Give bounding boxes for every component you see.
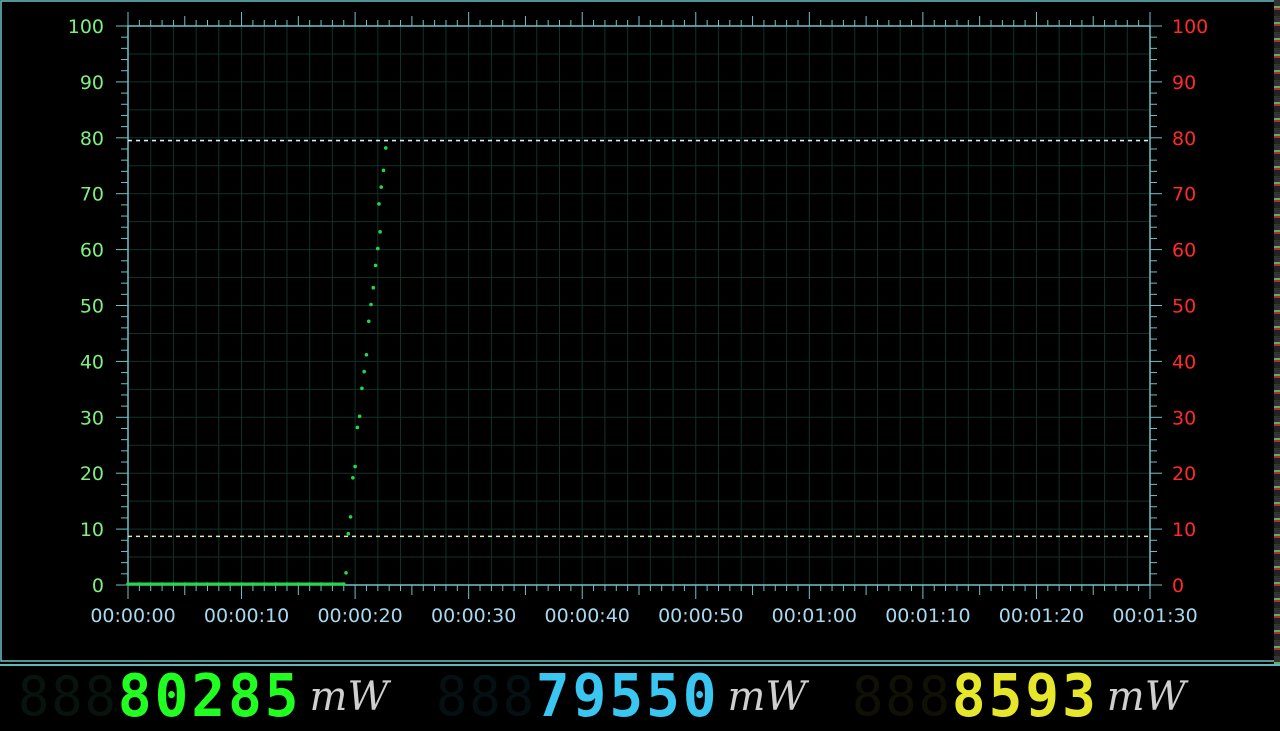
- data-point: [357, 414, 362, 419]
- x-tick-label: 00:00:20: [317, 605, 402, 627]
- y-right-tick-label: 100: [1172, 16, 1208, 38]
- readout-ghost-digits: 888: [436, 665, 536, 729]
- y-right-tick-label: 30: [1172, 407, 1196, 429]
- y-right-tick-label: 70: [1172, 184, 1196, 206]
- y-left-tick-label: 80: [80, 128, 104, 150]
- readout-ghost-digits: 888: [852, 665, 952, 729]
- y-left-tick-label: 20: [80, 463, 104, 485]
- x-tick-label: 00:00:30: [431, 605, 516, 627]
- data-point: [353, 464, 357, 469]
- y-left-tick-label: 90: [80, 72, 104, 94]
- y-right-tick-label: 10: [1172, 519, 1196, 541]
- data-point: [364, 353, 369, 357]
- x-tick-label: 00:00:10: [204, 605, 289, 627]
- y-right-tick-label: 0: [1172, 575, 1184, 597]
- readout-value: 8593: [951, 662, 1099, 731]
- data-point: [360, 386, 364, 391]
- x-tick-label: 00:00:00: [90, 605, 175, 627]
- data-point: [366, 319, 371, 324]
- x-tick-label: 00:00:50: [658, 605, 743, 627]
- window-edge-artifact: [1274, 0, 1280, 664]
- y-left-tick-label: 30: [80, 407, 104, 429]
- y-right-tick-label: 90: [1172, 72, 1196, 94]
- x-tick-label: 00:01:00: [772, 605, 857, 627]
- data-point: [344, 571, 348, 575]
- data-point: [371, 285, 376, 290]
- data-point: [346, 531, 351, 536]
- data-point: [377, 202, 381, 206]
- data-point: [383, 146, 388, 150]
- data-point: [348, 515, 353, 519]
- readout-ghost-digits: 888: [18, 665, 118, 729]
- y-left-tick-label: 40: [80, 351, 104, 373]
- readout-value: 79550: [535, 662, 720, 731]
- y-right-tick-label: 60: [1172, 240, 1196, 262]
- x-tick-label: 00:01:10: [885, 605, 970, 627]
- readout-cpu-power: 888 79550 mW: [436, 662, 836, 731]
- data-point: [381, 168, 386, 173]
- data-point: [373, 263, 378, 268]
- data-point: [362, 369, 366, 374]
- y-left-tick-label: 60: [80, 240, 104, 262]
- outer-frame: [0, 0, 1278, 662]
- data-point: [376, 246, 380, 251]
- data-point: [378, 230, 382, 234]
- y-right-tick-label: 40: [1172, 351, 1196, 373]
- readout-panel: 888 80285 mW 888 79550 mW 888 8593 mW: [0, 662, 1280, 731]
- y-left-tick-label: 10: [80, 519, 104, 541]
- readout-unit: mW: [1106, 674, 1186, 720]
- data-point: [351, 475, 355, 480]
- data-point: [355, 425, 360, 430]
- x-tick-label: 00:01:30: [1112, 605, 1197, 627]
- x-tick-label: 00:00:40: [545, 605, 630, 627]
- y-right-tick-label: 80: [1172, 128, 1196, 150]
- readout-unit: mW: [727, 674, 807, 720]
- y-left-tick-label: 70: [80, 184, 104, 206]
- readout-value: 80285: [117, 662, 302, 731]
- y-left-tick-label: 50: [80, 296, 104, 318]
- power-chart: 0 10 20 30 40 50 60 70 80 90 100 0 10 20 30 40 50 60 70 80 9…: [0, 0, 1278, 662]
- y-left-tick-label: 0: [92, 575, 104, 597]
- y-right-tick-label: 50: [1172, 296, 1196, 318]
- data-point: [369, 302, 373, 307]
- readout-other-power: 888 8593 mW: [852, 662, 1262, 731]
- y-right-tick-label: 20: [1172, 463, 1196, 485]
- readout-total-power: 888 80285 mW: [18, 662, 418, 731]
- readout-unit: mW: [309, 674, 389, 720]
- y-left-tick-label: 100: [68, 16, 104, 38]
- x-tick-label: 00:01:20: [999, 605, 1084, 627]
- data-point: [379, 185, 384, 189]
